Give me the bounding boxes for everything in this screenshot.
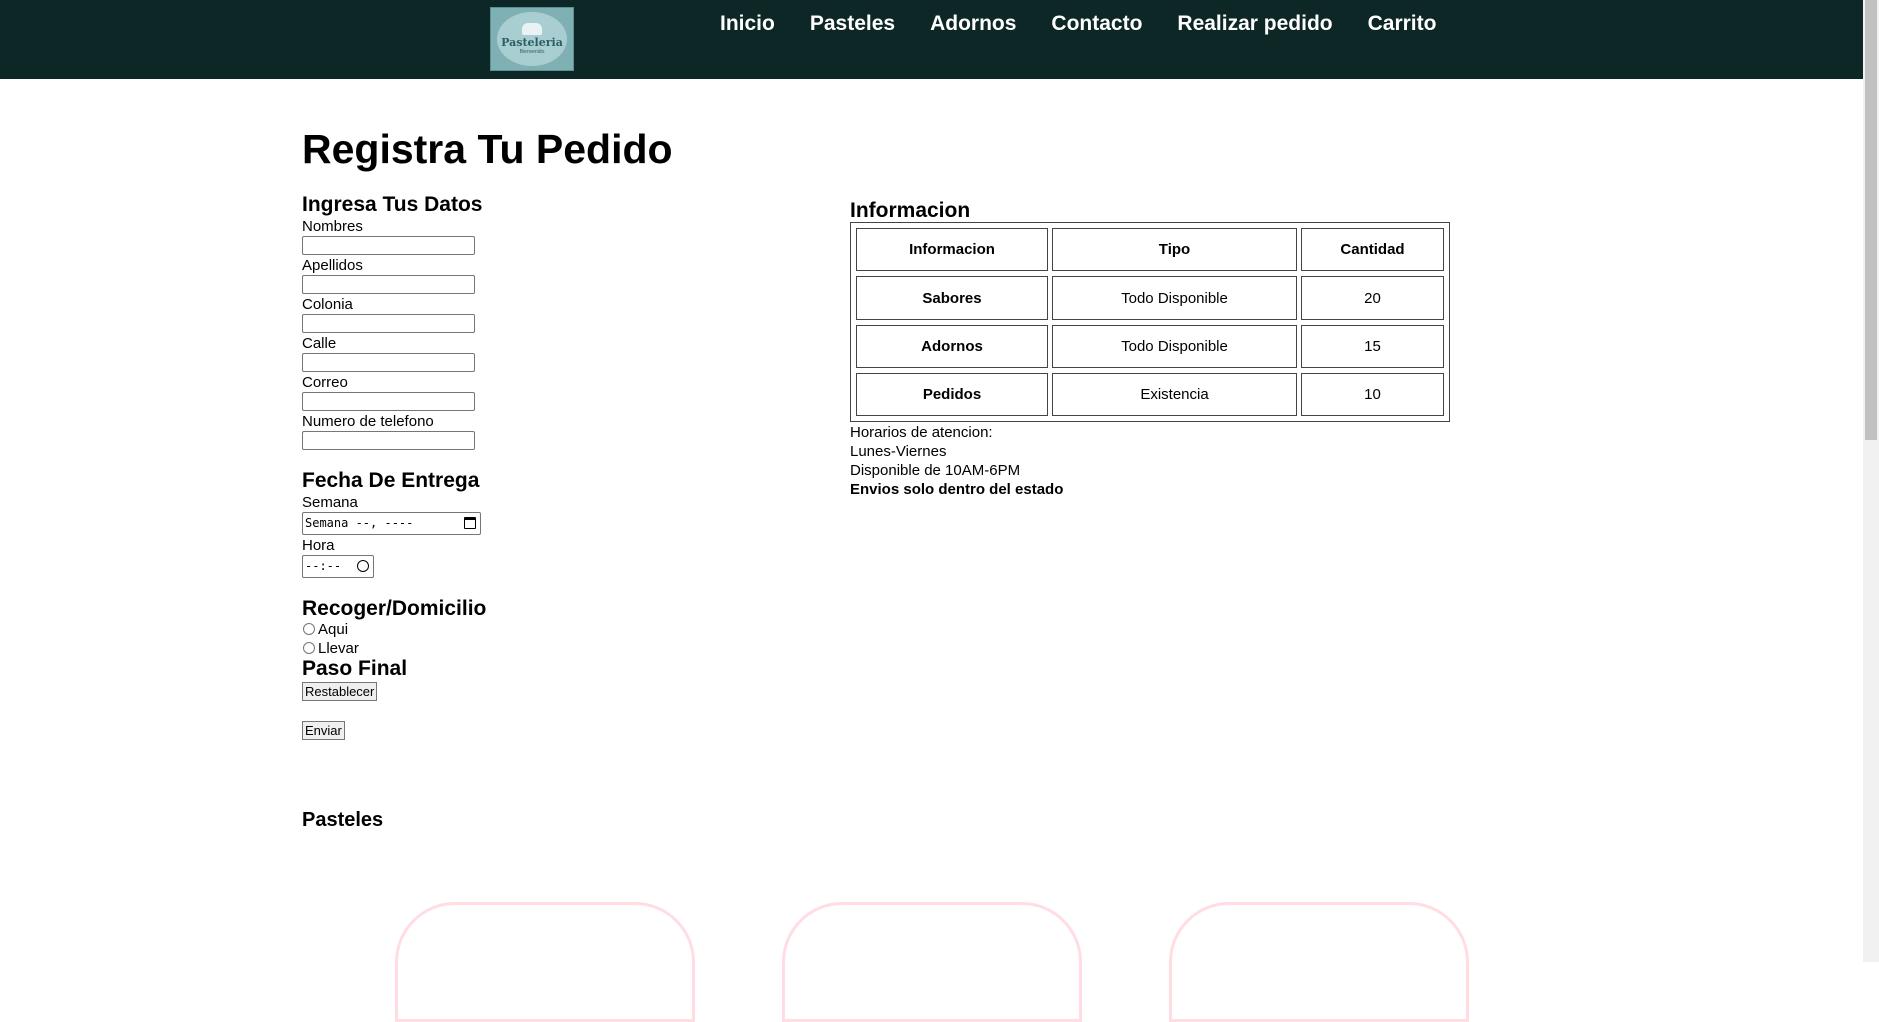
calle-input[interactable]	[302, 353, 475, 372]
informacion-table: Informacion Tipo Cantidad Sabores Todo D…	[850, 222, 1450, 422]
correo-input[interactable]	[302, 392, 475, 411]
table-cell: Pedidos	[856, 373, 1048, 416]
table-header-tipo: Tipo	[1052, 228, 1297, 271]
informacion-heading: Informacion	[850, 199, 971, 222]
logo[interactable]: Pasteleria Bienvenido	[490, 7, 574, 71]
nav-realizar-pedido[interactable]: Realizar pedido	[1177, 12, 1332, 36]
table-cell: 20	[1301, 276, 1444, 320]
label-colonia: Colonia	[302, 296, 353, 313]
radio-aqui[interactable]	[303, 623, 315, 635]
table-cell: Todo Disponible	[1052, 276, 1297, 320]
datos-heading: Ingresa Tus Datos	[302, 193, 483, 216]
table-header-cantidad: Cantidad	[1301, 228, 1444, 271]
pastel-card[interactable]	[782, 902, 1082, 1022]
navbar: Pasteleria Bienvenido Inicio Pasteles Ad…	[0, 0, 1863, 79]
colonia-input[interactable]	[302, 314, 475, 333]
calendar-icon[interactable]	[464, 517, 476, 529]
table-cell: Adornos	[856, 325, 1048, 368]
label-hora: Hora	[302, 537, 335, 554]
info-line: Horarios de atencion:	[850, 424, 993, 441]
page-title: Registra Tu Pedido	[302, 126, 673, 172]
cake-icon	[522, 22, 542, 35]
nav-pasteles[interactable]: Pasteles	[810, 12, 895, 36]
label-calle: Calle	[302, 335, 337, 352]
label-telefono: Numero de telefono	[302, 413, 434, 430]
semana-placeholder: Semana --, ----	[305, 516, 414, 530]
label-llevar: Llevar	[318, 640, 359, 657]
scrollbar-thumb[interactable]	[1865, 0, 1877, 440]
table-cell: Sabores	[856, 276, 1048, 320]
nav-inicio[interactable]: Inicio	[720, 12, 775, 36]
table-cell: Todo Disponible	[1052, 325, 1297, 368]
apellidos-input[interactable]	[302, 275, 475, 294]
logo-subtext: Bienvenido	[519, 48, 545, 55]
nav-adornos[interactable]: Adornos	[930, 12, 1016, 36]
label-aqui: Aqui	[318, 621, 349, 638]
label-semana: Semana	[302, 494, 358, 511]
envios-note: Envios solo dentro del estado	[850, 481, 1064, 498]
telefono-input[interactable]	[302, 431, 475, 450]
label-correo: Correo	[302, 374, 348, 391]
logo-badge: Pasteleria Bienvenido	[497, 12, 567, 66]
logo-text: Pasteleria	[501, 35, 563, 49]
paso-final-heading: Paso Final	[302, 657, 408, 680]
radio-llevar[interactable]	[303, 642, 315, 654]
enviar-button[interactable]: Enviar	[302, 721, 345, 740]
pastel-card[interactable]	[395, 902, 695, 1022]
semana-input[interactable]: Semana --, ----	[302, 512, 481, 535]
info-line: Lunes-Viernes	[850, 443, 947, 460]
table-cell: 10	[1301, 373, 1444, 416]
fecha-heading: Fecha De Entrega	[302, 469, 480, 492]
clock-icon[interactable]	[357, 560, 369, 572]
main-nav: Inicio Pasteles Adornos Contacto Realiza…	[720, 12, 1471, 36]
info-line: Disponible de 10AM-6PM	[850, 462, 1021, 479]
table-header-informacion: Informacion	[856, 228, 1048, 271]
restablecer-button[interactable]: Restablecer	[302, 682, 378, 701]
nav-contacto[interactable]: Contacto	[1051, 12, 1142, 36]
table-cell: Existencia	[1052, 373, 1297, 416]
nombres-input[interactable]	[302, 236, 475, 255]
pasteles-heading: Pasteles	[302, 809, 384, 831]
page-scrollbar[interactable]	[1863, 0, 1879, 962]
table-cell: 15	[1301, 325, 1444, 368]
pastel-card[interactable]	[1169, 902, 1469, 1022]
horarios-info: Horarios de atencion: Lunes-Viernes Disp…	[850, 423, 1063, 499]
hora-input[interactable]: --:--	[302, 555, 374, 578]
label-nombres: Nombres	[302, 218, 363, 235]
nav-carrito[interactable]: Carrito	[1368, 12, 1437, 36]
hora-placeholder: --:--	[305, 559, 342, 573]
recoger-heading: Recoger/Domicilio	[302, 597, 487, 620]
label-apellidos: Apellidos	[302, 257, 363, 274]
